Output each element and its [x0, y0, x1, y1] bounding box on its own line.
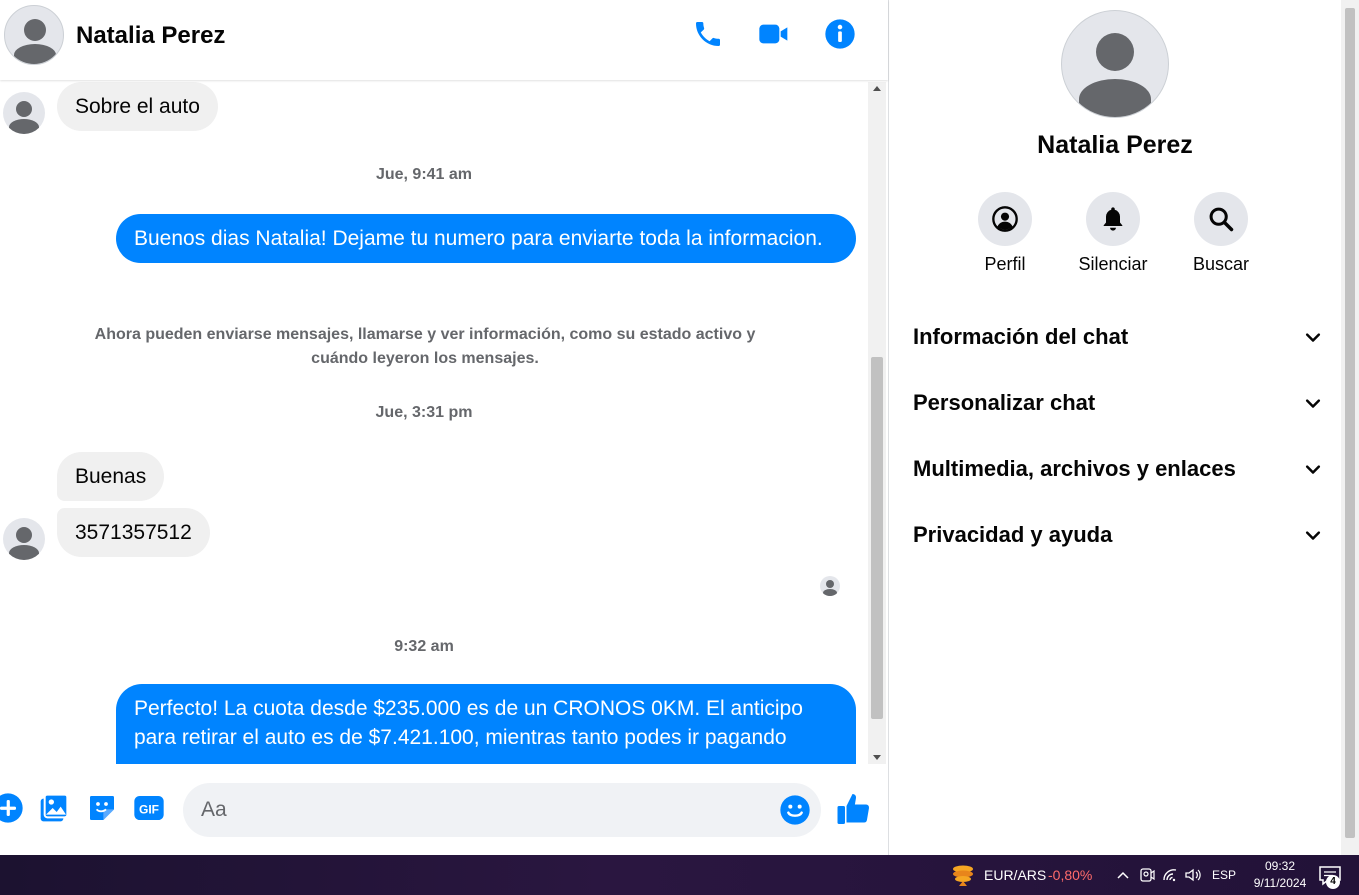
section-customize-chat[interactable]: Personalizar chat — [913, 378, 1323, 428]
panel-contact-name: Natalia Perez — [1037, 131, 1193, 159]
plus-icon[interactable] — [0, 792, 24, 824]
phone-icon[interactable] — [692, 18, 724, 50]
seen-receipt-avatar — [820, 576, 840, 596]
meet-now-icon[interactable] — [1137, 865, 1157, 885]
clock-time[interactable]: 09:32 — [1250, 859, 1310, 873]
notification-count-badge: 4 — [1326, 875, 1340, 889]
section-media-files-links[interactable]: Multimedia, archivos y enlaces — [913, 444, 1323, 494]
chat-scrollbar-thumb[interactable] — [871, 357, 883, 719]
incoming-message[interactable]: Sobre el auto — [57, 82, 218, 131]
svg-text:GIF: GIF — [139, 802, 159, 816]
panel-contact-avatar[interactable] — [1061, 10, 1169, 118]
chevron-down-icon — [1305, 399, 1321, 408]
message-timestamp: Jue, 9:41 am — [375, 166, 473, 183]
ticker-change[interactable]: -0,80% — [1048, 867, 1092, 883]
profile-button-label: Perfil — [984, 254, 1026, 274]
section-chat-info[interactable]: Información del chat — [913, 312, 1323, 362]
scroll-down-arrow[interactable] — [873, 755, 881, 760]
chat-scrollbar[interactable] — [868, 82, 886, 764]
message-input[interactable] — [201, 795, 761, 825]
contact-avatar[interactable] — [4, 5, 64, 65]
section-privacy-help[interactable]: Privacidad y ayuda — [913, 510, 1323, 560]
section-label: Privacidad y ayuda — [913, 522, 1113, 547]
section-label: Multimedia, archivos y enlaces — [913, 456, 1236, 481]
outgoing-message[interactable]: Buenos dias Natalia! Dejame tu numero pa… — [116, 214, 856, 263]
image-icon[interactable] — [38, 792, 70, 824]
chat-header: Natalia Perez — [0, 0, 888, 80]
profile-button[interactable]: Perfil — [950, 192, 1060, 275]
language-indicator[interactable]: ESP — [1212, 868, 1236, 882]
messenger-app: Natalia Perez Sobre el auto Jue, 9:41 am… — [0, 0, 1359, 855]
chevron-up-icon[interactable] — [1113, 865, 1133, 885]
message-timestamp: 9:32 am — [394, 638, 454, 655]
contact-message-avatar — [3, 518, 45, 560]
chevron-down-icon — [1305, 333, 1321, 342]
incoming-message[interactable]: Buenas — [57, 452, 165, 501]
gif-icon[interactable]: GIF — [133, 792, 165, 824]
panel-scrollbar-thumb[interactable] — [1345, 8, 1355, 838]
message-input-box[interactable] — [183, 783, 821, 837]
outgoing-message[interactable]: Perfecto! La cuota desde $235.000 es de … — [116, 684, 856, 764]
contact-name[interactable]: Natalia Perez — [76, 22, 225, 50]
mute-button[interactable]: Silenciar — [1058, 192, 1168, 275]
panel-scrollbar[interactable] — [1341, 0, 1359, 855]
profile-icon — [992, 206, 1018, 232]
video-camera-icon[interactable] — [758, 18, 790, 50]
sticker-icon[interactable] — [86, 792, 118, 824]
section-label: Personalizar chat — [913, 390, 1096, 415]
wifi-icon[interactable] — [1161, 865, 1181, 885]
system-notice: Ahora pueden enviarse mensajes, llamarse… — [94, 326, 756, 367]
volume-icon[interactable] — [1183, 865, 1203, 885]
contact-message-avatar — [3, 92, 45, 134]
chevron-down-icon — [1305, 465, 1321, 474]
chat-column: Natalia Perez Sobre el auto Jue, 9:41 am… — [0, 0, 888, 855]
message-composer: GIF — [0, 764, 888, 855]
info-icon[interactable] — [824, 18, 856, 50]
bell-icon — [1103, 207, 1123, 231]
clock-date[interactable]: 9/11/2024 — [1242, 876, 1318, 890]
stock-ticker-icon[interactable] — [950, 863, 976, 887]
incoming-message[interactable]: 3571357512 — [57, 508, 210, 557]
message-timestamp: Jue, 3:31 pm — [375, 404, 473, 421]
section-label: Información del chat — [913, 324, 1129, 349]
taskbar: EUR/ARS -0,80% ESP 09:32 9/11/2024 4 — [0, 855, 1359, 895]
search-button[interactable]: Buscar — [1166, 192, 1276, 275]
message-list[interactable]: Sobre el auto Jue, 9:41 am Buenos dias N… — [0, 80, 868, 764]
chevron-down-icon — [1305, 531, 1321, 540]
mute-button-label: Silenciar — [1078, 254, 1148, 274]
emoji-icon[interactable] — [779, 794, 811, 826]
contact-info-panel: Natalia Perez Perfil Silenciar Buscar In… — [889, 0, 1341, 855]
search-icon — [1209, 207, 1234, 232]
search-button-label: Buscar — [1192, 254, 1250, 274]
scroll-up-arrow[interactable] — [873, 86, 881, 91]
ticker-pair[interactable]: EUR/ARS — [984, 867, 1046, 883]
thumbs-up-icon[interactable] — [836, 791, 872, 827]
